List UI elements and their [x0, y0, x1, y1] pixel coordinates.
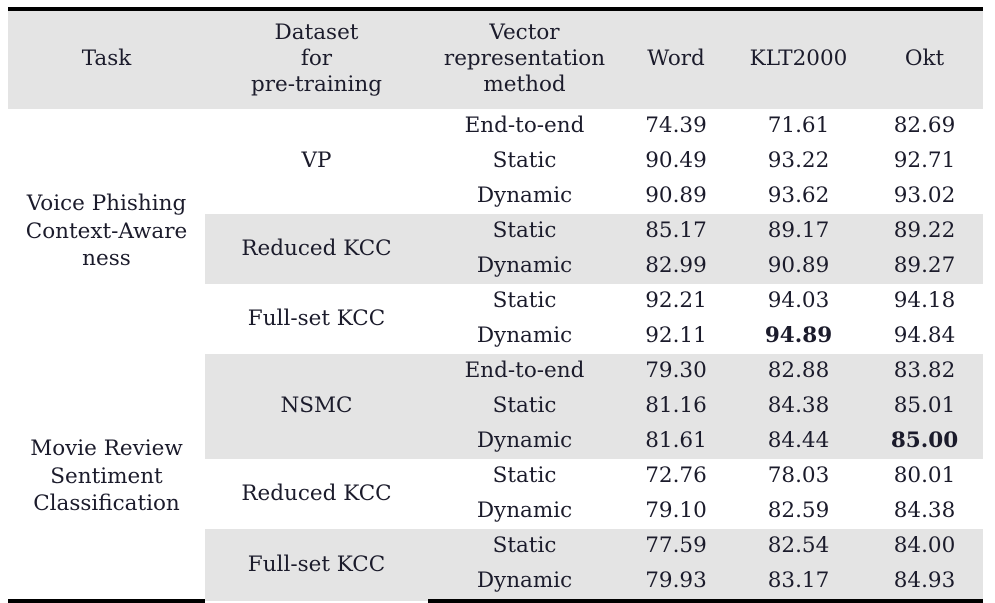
column-header-word: Word [621, 9, 731, 109]
column-header-vector-method: Vector representation method [428, 9, 621, 109]
table-row: Movie Review Sentiment Classification NSMC E… [8, 354, 983, 603]
column-header-klt2000: KLT2000 [731, 9, 866, 109]
value-cell-okt: 92.71 [866, 144, 983, 179]
value-cell-word: 92.11 [621, 319, 731, 354]
value-cell-word: 77.59 [621, 529, 731, 564]
table-body: Voice Phishing Context-Aware ness VP End-to-… [8, 109, 983, 603]
value-cell-word: 92.21 [621, 284, 731, 319]
task-label-line2: Context-Aware [25, 218, 188, 244]
value-cell-klt2000: 82.59 [731, 494, 866, 529]
value-cell-word: 79.10 [621, 494, 731, 529]
vector-method-cell: Dynamic [428, 179, 621, 214]
value-cell-word: 79.30 [621, 354, 731, 389]
value-cell-okt: 80.01 [866, 459, 983, 494]
value-cell-okt: 89.27 [866, 249, 983, 284]
value-cell-word: 82.99 [621, 249, 731, 284]
dataset-cell: Full-set KCC [205, 529, 428, 601]
dataset-cell: Full-set KCC [205, 284, 428, 354]
header-vector-line3: method [483, 71, 566, 97]
table-container: Task Dataset for pre-training Vector rep… [0, 7, 995, 603]
task-label-line1: Voice Phishing [26, 190, 187, 216]
vector-method-cell: Dynamic [428, 494, 621, 529]
value-cell-klt2000: 90.89 [731, 249, 866, 284]
value-cell-word: 72.76 [621, 459, 731, 494]
value-cell-okt: 85.01 [866, 389, 983, 424]
task-label-line1: Movie Review [30, 435, 183, 461]
value-cell-okt: 83.82 [866, 354, 983, 389]
value-cell-okt: 84.00 [866, 529, 983, 564]
header-task-label: Task [81, 46, 132, 72]
vector-method-cell: Static [428, 389, 621, 424]
dataset-cell: NSMC [205, 354, 428, 459]
value-cell-okt: 82.69 [866, 109, 983, 144]
column-header-task: Task [8, 9, 205, 109]
value-cell-klt2000: 82.54 [731, 529, 866, 564]
vector-method-cell: Dynamic [428, 249, 621, 284]
column-header-dataset: Dataset for pre-training [205, 9, 428, 109]
header-dataset-line2: for [300, 46, 333, 72]
value-cell-okt: 84.38 [866, 494, 983, 529]
value-cell-okt: 85.00 [866, 424, 983, 459]
value-cell-klt2000: 84.44 [731, 424, 866, 459]
value-cell-word: 81.61 [621, 424, 731, 459]
vector-method-cell: Static [428, 459, 621, 494]
task-label-line3: ness [82, 246, 131, 272]
column-header-okt: Okt [866, 9, 983, 109]
value-cell-word: 85.17 [621, 214, 731, 249]
value-cell-klt2000: 78.03 [731, 459, 866, 494]
task-cell: Voice Phishing Context-Aware ness [8, 109, 205, 354]
vector-method-cell: Static [428, 284, 621, 319]
value-cell-word: 90.89 [621, 179, 731, 214]
value-cell-klt2000: 89.17 [731, 214, 866, 249]
dataset-cell: Reduced KCC [205, 214, 428, 284]
value-cell-word: 79.93 [621, 564, 731, 603]
value-cell-klt2000: 82.88 [731, 354, 866, 389]
dataset-cell: VP [205, 109, 428, 214]
header-vector-line2: representation [443, 46, 606, 72]
value-cell-word: 90.49 [621, 144, 731, 179]
vector-method-cell: Dynamic [428, 319, 621, 354]
vector-method-cell: Static [428, 144, 621, 179]
task-label-line2: Sentiment [50, 463, 163, 489]
header-row: Task Dataset for pre-training Vector rep… [8, 9, 983, 109]
vector-method-cell: Dynamic [428, 424, 621, 459]
task-cell: Movie Review Sentiment Classification [8, 354, 205, 603]
vector-method-cell: Dynamic [428, 564, 621, 603]
header-vector-line1: Vector [489, 20, 560, 46]
header-dataset-line1: Dataset [274, 20, 359, 46]
vector-method-cell: Static [428, 214, 621, 249]
value-cell-klt2000: 84.38 [731, 389, 866, 424]
table-row: Voice Phishing Context-Aware ness VP End-to-… [8, 109, 983, 354]
value-cell-okt: 89.22 [866, 214, 983, 249]
results-table: Task Dataset for pre-training Vector rep… [8, 7, 983, 603]
value-cell-klt2000: 94.03 [731, 284, 866, 319]
vector-method-cell: Static [428, 529, 621, 564]
value-cell-word: 74.39 [621, 109, 731, 144]
task-label-line3: Classification [33, 491, 180, 517]
value-cell-klt2000: 93.22 [731, 144, 866, 179]
value-cell-okt: 94.18 [866, 284, 983, 319]
value-cell-okt: 94.84 [866, 319, 983, 354]
value-cell-klt2000: 93.62 [731, 179, 866, 214]
value-cell-klt2000: 83.17 [731, 564, 866, 603]
table-header: Task Dataset for pre-training Vector rep… [8, 9, 983, 109]
vector-method-cell: End-to-end [428, 109, 621, 144]
value-cell-word: 81.16 [621, 389, 731, 424]
dataset-cell: Reduced KCC [205, 459, 428, 529]
header-dataset-line3: pre-training [251, 71, 382, 97]
value-cell-okt: 84.93 [866, 564, 983, 603]
value-cell-okt: 93.02 [866, 179, 983, 214]
vector-method-cell: End-to-end [428, 354, 621, 389]
value-cell-klt2000: 94.89 [731, 319, 866, 354]
value-cell-klt2000: 71.61 [731, 109, 866, 144]
